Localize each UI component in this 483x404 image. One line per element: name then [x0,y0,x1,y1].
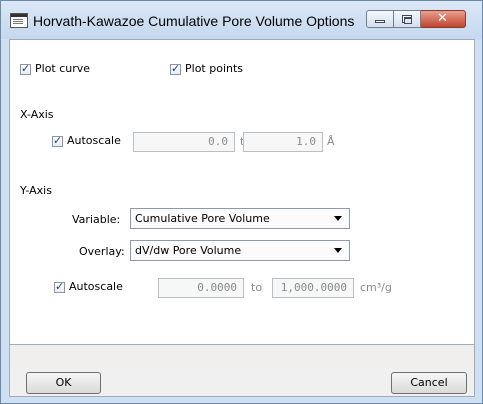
y-min-field[interactable]: 0.0000 [158,278,244,298]
status-strip [9,345,475,369]
variable-selected-value: Cumulative Pore Volume [135,212,270,225]
variable-select[interactable]: Cumulative Pore Volume [130,208,350,229]
checkmark-icon: ✓ [53,134,63,147]
x-min-field[interactable]: 0.0 [133,132,235,152]
title-bar[interactable]: Horvath-Kawazoe Cumulative Pore Volume O… [1,1,482,39]
overlay-select[interactable]: dV/dw Pore Volume [130,240,350,261]
y-to-label: to [251,281,263,294]
options-panel: ✓ Plot curve ✓ Plot points X-Axis ✓ Auto… [9,39,475,345]
overlay-selected-value: dV/dw Pore Volume [135,244,242,257]
button-bar: OK Cancel [9,369,475,397]
overlay-label: Overlay: [79,245,125,258]
maximize-button[interactable] [394,10,421,28]
ok-button[interactable]: OK [26,372,101,394]
close-icon: ✕ [437,11,448,26]
checkmark-icon: ✓ [21,62,31,75]
plot-curve-checkbox[interactable]: ✓ [20,62,31,75]
plot-points-checkbox[interactable]: ✓ [170,62,181,75]
plot-curve-label: Plot curve [35,62,91,75]
x-axis-section-label: X-Axis [20,108,54,121]
x-autoscale-label: Autoscale [67,134,121,147]
y-axis-section-label: Y-Axis [20,184,52,197]
minimize-icon [375,20,385,23]
minimize-button[interactable] [366,10,394,28]
chevron-down-icon [334,248,342,253]
window-title: Horvath-Kawazoe Cumulative Pore Volume O… [33,13,355,29]
x-autoscale-checkbox[interactable]: ✓ [52,134,63,147]
plot-points-label: Plot points [185,62,244,75]
dialog-window: Horvath-Kawazoe Cumulative Pore Volume O… [0,0,483,404]
cancel-button[interactable]: Cancel [391,372,467,394]
checkmark-icon: ✓ [171,62,181,75]
y-unit-label: cm³/g [360,281,392,294]
maximize-icon [402,15,412,24]
x-unit-label: Å [327,135,335,148]
variable-label: Variable: [72,213,121,226]
chevron-down-icon [334,216,342,221]
application-icon [10,13,28,28]
y-max-field[interactable]: 1,000.0000 [272,278,354,298]
checkmark-icon: ✓ [55,280,65,293]
y-autoscale-checkbox[interactable]: ✓ [54,280,65,293]
y-autoscale-label: Autoscale [69,280,123,293]
close-button[interactable]: ✕ [421,10,466,28]
x-max-field[interactable]: 1.0 [243,132,323,152]
